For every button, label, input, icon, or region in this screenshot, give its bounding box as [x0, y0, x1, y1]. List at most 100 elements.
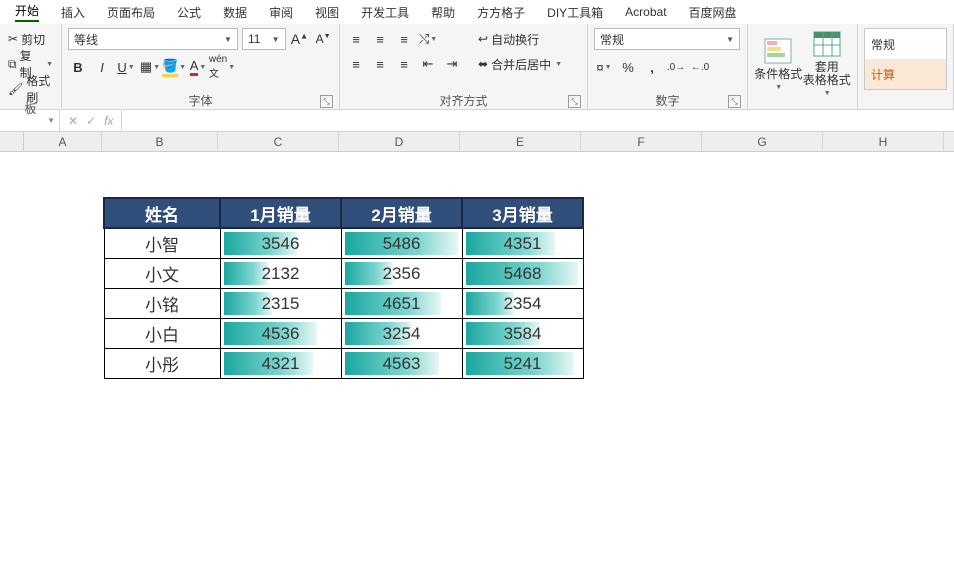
- value-cell[interactable]: 2354: [462, 289, 583, 319]
- column-header-D[interactable]: D: [339, 132, 460, 151]
- align-middle-button[interactable]: ≡: [370, 29, 390, 49]
- menu-tab-7[interactable]: 开发工具: [350, 1, 420, 23]
- value-cell[interactable]: 4563: [341, 349, 462, 379]
- orientation-button[interactable]: ⤭▼: [418, 29, 438, 49]
- column-header-E[interactable]: E: [460, 132, 581, 151]
- menu-tab-11[interactable]: Acrobat: [614, 2, 677, 21]
- wrap-text-button[interactable]: ↩ 自动换行: [476, 28, 564, 50]
- underline-button[interactable]: U▼: [116, 57, 136, 77]
- decrease-indent-button[interactable]: ⇤: [418, 54, 438, 74]
- chevron-down-icon: ▼: [724, 35, 736, 44]
- increase-indent-button[interactable]: ⇥: [442, 54, 462, 74]
- font-size-combo[interactable]: 11 ▼: [242, 28, 286, 50]
- name-cell[interactable]: 小文: [104, 259, 220, 289]
- chevron-down-icon: ▼: [775, 84, 782, 91]
- menu-tab-10[interactable]: DIY工具箱: [536, 1, 614, 23]
- phonetic-icon: wén文: [209, 54, 227, 80]
- name-cell[interactable]: 小白: [104, 319, 220, 349]
- menu-tab-5[interactable]: 审阅: [258, 1, 304, 23]
- percent-button[interactable]: %: [618, 57, 638, 77]
- value-text: 4536: [221, 319, 341, 348]
- bold-button[interactable]: B: [68, 57, 88, 77]
- format-painter-button[interactable]: 🖌 格式刷: [6, 78, 55, 100]
- table-header: 3月销量: [462, 198, 583, 228]
- menu-tab-0[interactable]: 开始: [4, 0, 50, 24]
- font-name-combo[interactable]: 等线 ▼: [68, 28, 238, 50]
- menu-tab-1[interactable]: 插入: [50, 1, 96, 23]
- font-color-button[interactable]: A▼: [188, 57, 208, 77]
- menu-tab-6[interactable]: 视图: [304, 1, 350, 23]
- name-cell[interactable]: 小智: [104, 228, 220, 259]
- worksheet-area: ABCDEFGH 姓名1月销量2月销量3月销量 小智354654864351小文…: [0, 132, 954, 562]
- cut-label: 剪切: [21, 31, 45, 48]
- align-left-button[interactable]: ≡: [346, 54, 366, 74]
- decrease-decimal-button[interactable]: ←.0: [690, 57, 710, 77]
- value-cell[interactable]: 3546: [220, 228, 341, 259]
- value-cell[interactable]: 2315: [220, 289, 341, 319]
- comma-button[interactable]: ,: [642, 57, 662, 77]
- decrease-font-button[interactable]: A▼: [313, 29, 333, 49]
- cancel-entry-button[interactable]: ✕: [68, 114, 78, 128]
- fill-color-button[interactable]: 🪣▼: [164, 57, 184, 77]
- value-cell[interactable]: 4321: [220, 349, 341, 379]
- name-cell[interactable]: 小铭: [104, 289, 220, 319]
- font-color-icon: A: [190, 58, 199, 76]
- merge-icon: ⬌: [478, 57, 488, 71]
- menu-bar: 开始插入页面布局公式数据审阅视图开发工具帮助方方格子DIY工具箱Acrobat百…: [0, 0, 954, 24]
- number-dialog-launcher[interactable]: ⤡: [728, 95, 741, 108]
- column-header-G[interactable]: G: [702, 132, 823, 151]
- cell-styles-gallery[interactable]: 常规 计算: [864, 28, 947, 90]
- tablefmt-label: 套用 表格格式: [803, 61, 851, 87]
- style-normal[interactable]: 常规: [865, 29, 946, 59]
- value-cell[interactable]: 3254: [341, 319, 462, 349]
- merge-center-button[interactable]: ⬌ 合并后居中 ▼: [476, 53, 564, 75]
- menu-tab-3[interactable]: 公式: [166, 1, 212, 23]
- value-cell[interactable]: 4351: [462, 228, 583, 259]
- format-as-table-button[interactable]: 套用 表格格式 ▼: [803, 28, 852, 97]
- column-header-F[interactable]: F: [581, 132, 702, 151]
- column-header-C[interactable]: C: [218, 132, 339, 151]
- style-calc[interactable]: 计算: [865, 59, 946, 89]
- italic-button[interactable]: I: [92, 57, 112, 77]
- value-cell[interactable]: 5486: [341, 228, 462, 259]
- increase-decimal-button[interactable]: .0→: [666, 57, 686, 77]
- value-cell[interactable]: 2356: [341, 259, 462, 289]
- chevron-down-icon: ▼: [270, 35, 282, 44]
- phonetic-button[interactable]: wén文▼: [212, 57, 232, 77]
- ribbon: ✂ 剪切 ⧉ 复制 ▼ 🖌 格式刷 板 等线 ▼: [0, 24, 954, 110]
- column-header-B[interactable]: B: [102, 132, 218, 151]
- value-text: 3546: [221, 229, 341, 258]
- table-row: 小智354654864351: [104, 228, 583, 259]
- menu-tab-12[interactable]: 百度网盘: [678, 1, 748, 23]
- menu-tab-9[interactable]: 方方格子: [466, 1, 536, 23]
- borders-button[interactable]: ▦▼: [140, 57, 160, 77]
- font-dialog-launcher[interactable]: ⤡: [320, 95, 333, 108]
- accounting-format-button[interactable]: ¤▼: [594, 57, 614, 77]
- align-dialog-launcher[interactable]: ⤡: [568, 95, 581, 108]
- fx-button[interactable]: fx: [104, 114, 113, 128]
- value-cell[interactable]: 5468: [462, 259, 583, 289]
- column-header-H[interactable]: H: [823, 132, 944, 151]
- number-format-combo[interactable]: 常规 ▼: [594, 28, 740, 50]
- align-center-button[interactable]: ≡: [370, 54, 390, 74]
- align-right-button[interactable]: ≡: [394, 54, 414, 74]
- menu-tab-8[interactable]: 帮助: [420, 1, 466, 23]
- name-cell[interactable]: 小彤: [104, 349, 220, 379]
- table-format-icon: [812, 30, 842, 58]
- column-header-A[interactable]: A: [24, 132, 102, 151]
- value-cell[interactable]: 5241: [462, 349, 583, 379]
- value-cell[interactable]: 2132: [220, 259, 341, 289]
- confirm-entry-button[interactable]: ✓: [86, 114, 96, 128]
- increase-font-button[interactable]: A▲: [290, 29, 310, 49]
- align-top-button[interactable]: ≡: [346, 29, 366, 49]
- worksheet-grid[interactable]: 姓名1月销量2月销量3月销量 小智354654864351小文213223565…: [0, 152, 954, 562]
- menu-tab-4[interactable]: 数据: [212, 1, 258, 23]
- formula-input[interactable]: [122, 110, 954, 131]
- select-all-corner[interactable]: [0, 132, 24, 151]
- value-cell[interactable]: 3584: [462, 319, 583, 349]
- conditional-format-button[interactable]: 条件格式 ▼: [754, 28, 803, 97]
- menu-tab-2[interactable]: 页面布局: [96, 1, 166, 23]
- value-cell[interactable]: 4536: [220, 319, 341, 349]
- align-bottom-button[interactable]: ≡: [394, 29, 414, 49]
- value-cell[interactable]: 4651: [341, 289, 462, 319]
